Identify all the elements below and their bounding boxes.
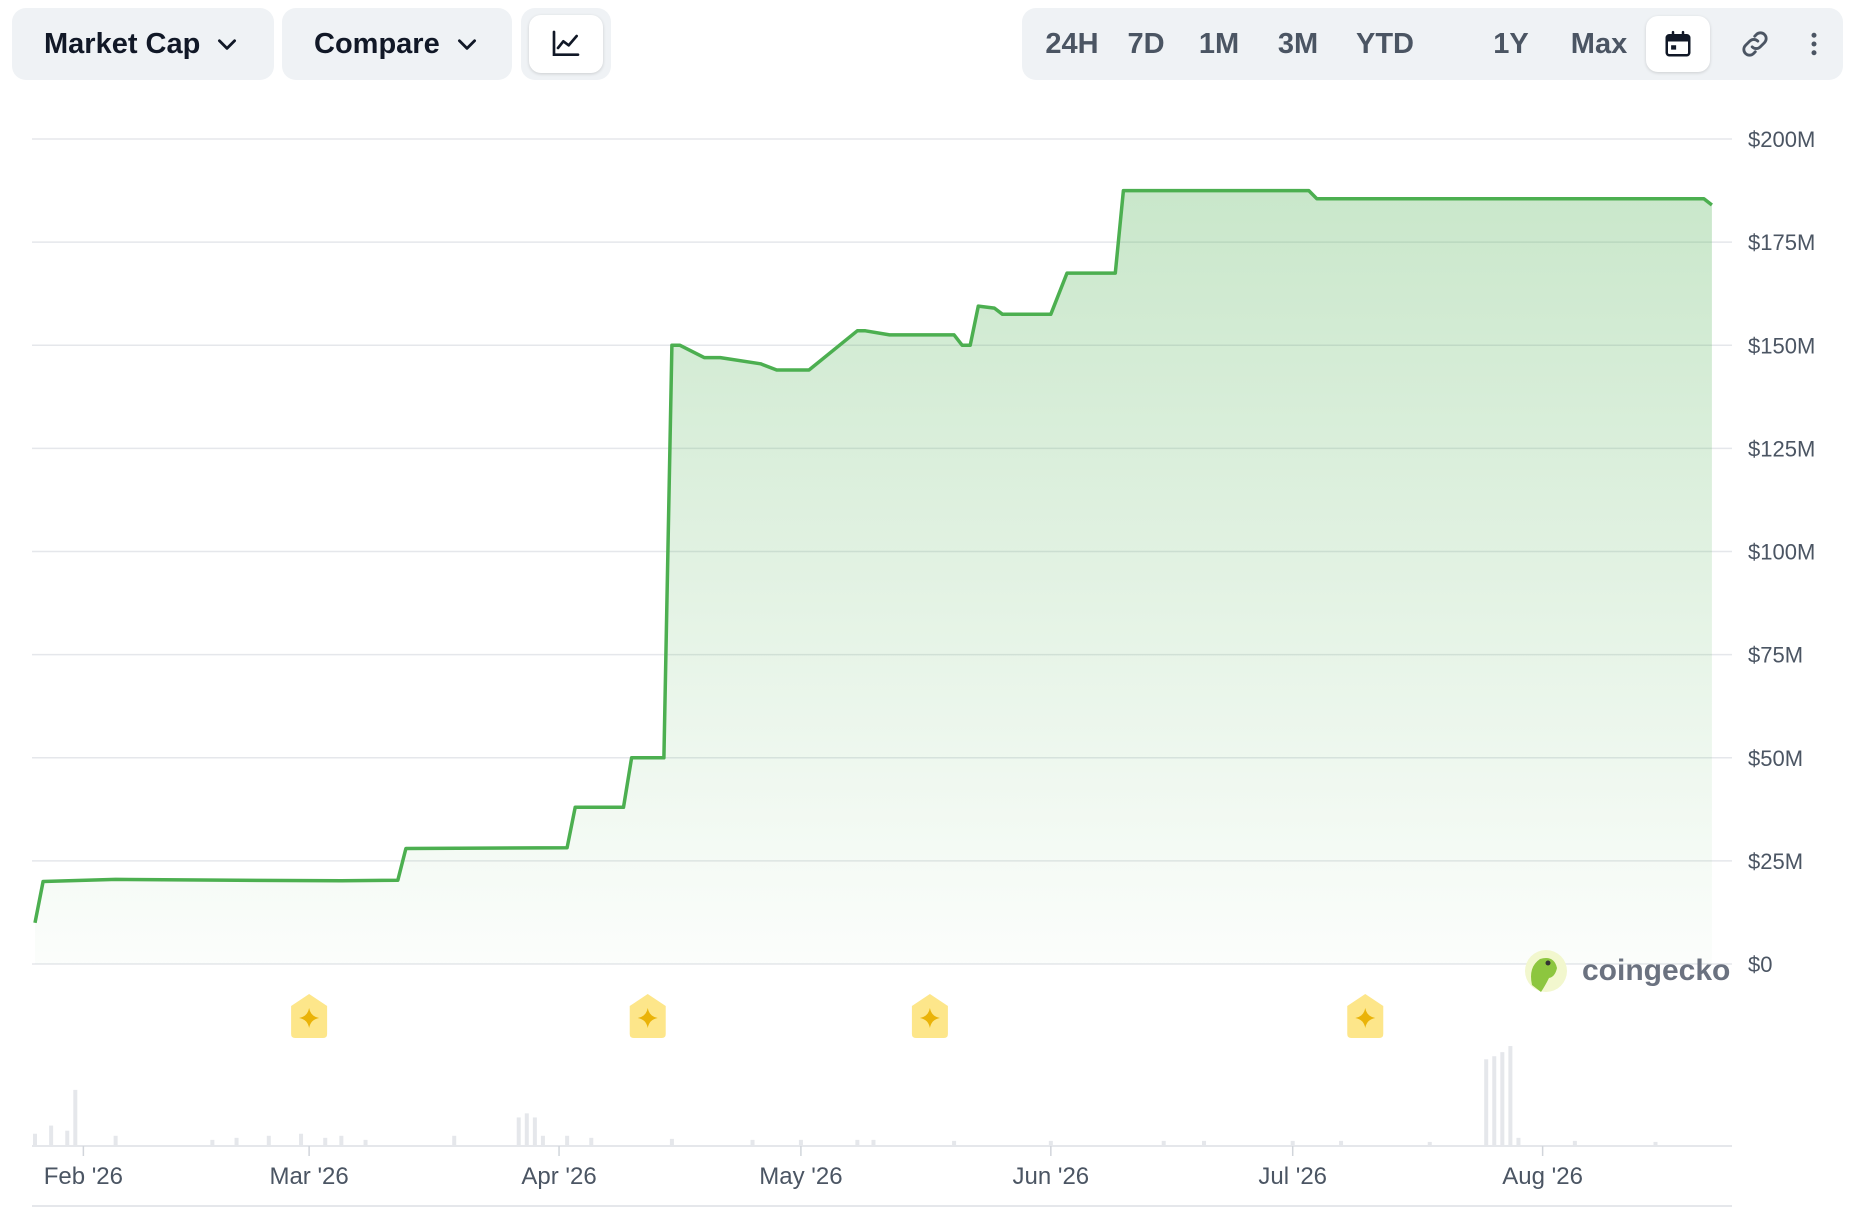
y-tick-label: $75M	[1748, 643, 1803, 668]
y-axis-labels: $200M $175M $150M $125M $100M $75M $50M $25M $0	[1748, 127, 1815, 977]
x-tick-label: Feb '26	[44, 1163, 123, 1190]
volume-bar	[1508, 1046, 1513, 1146]
volume-bar	[1484, 1059, 1489, 1146]
volume-bar	[524, 1113, 529, 1146]
volume-bar	[33, 1133, 37, 1146]
market-cap-chart: $200M$175M$150M$125M$100M$75M$50M$25M$0 …	[32, 127, 1815, 1207]
volume-bar	[65, 1130, 70, 1146]
x-tick-label: Apr '26	[521, 1163, 596, 1190]
volume-bar	[669, 1138, 674, 1146]
volume-bar	[532, 1117, 537, 1146]
coingecko-wordmark: coingecko	[1582, 954, 1730, 987]
volume-bar	[113, 1135, 118, 1146]
volume-bar	[1492, 1056, 1497, 1146]
x-tick-label: May '26	[759, 1163, 842, 1190]
volume-bar	[1500, 1052, 1505, 1146]
volume-bar	[49, 1125, 54, 1146]
volume-bar	[452, 1135, 457, 1146]
event-markers	[291, 994, 1384, 1038]
y-tick-label: $200M	[1748, 127, 1815, 152]
event-marker[interactable]	[629, 994, 666, 1038]
x-axis-labels: Feb '26 Mar '26 Apr '26 May '26 Jun '26 Jul '…	[44, 1146, 1583, 1190]
volume-bar	[266, 1135, 271, 1146]
x-tick-label: Aug '26	[1502, 1163, 1583, 1190]
volume-bar	[299, 1133, 304, 1146]
volume-bar	[323, 1137, 328, 1146]
y-tick-label: $0	[1748, 952, 1772, 977]
volume-bar	[73, 1089, 78, 1146]
y-tick-label: $25M	[1748, 849, 1803, 874]
y-tick-label: $175M	[1748, 230, 1815, 255]
volume-bar	[339, 1135, 344, 1146]
x-tick-label: Mar '26	[269, 1163, 348, 1190]
market-cap-area	[35, 190, 1712, 965]
y-tick-label: $125M	[1748, 436, 1815, 461]
event-marker[interactable]	[1347, 994, 1384, 1038]
x-tick-label: Jun '26	[1013, 1163, 1090, 1190]
volume-bar	[565, 1135, 570, 1146]
event-marker[interactable]	[911, 994, 948, 1038]
y-tick-label: $100M	[1748, 540, 1815, 565]
y-tick-label: $150M	[1748, 333, 1815, 358]
volume-bar	[1516, 1137, 1521, 1146]
volume-bar	[516, 1117, 521, 1146]
coingecko-logo-eye	[1545, 960, 1551, 966]
coingecko-watermark: coingecko	[1525, 950, 1730, 992]
volume-bar	[540, 1135, 545, 1146]
volume-bar	[234, 1137, 239, 1146]
volume-bar	[589, 1137, 594, 1146]
event-marker[interactable]	[291, 994, 328, 1038]
volume-bars	[33, 1046, 1658, 1146]
y-tick-label: $50M	[1748, 746, 1803, 771]
x-tick-label: Jul '26	[1258, 1163, 1327, 1190]
